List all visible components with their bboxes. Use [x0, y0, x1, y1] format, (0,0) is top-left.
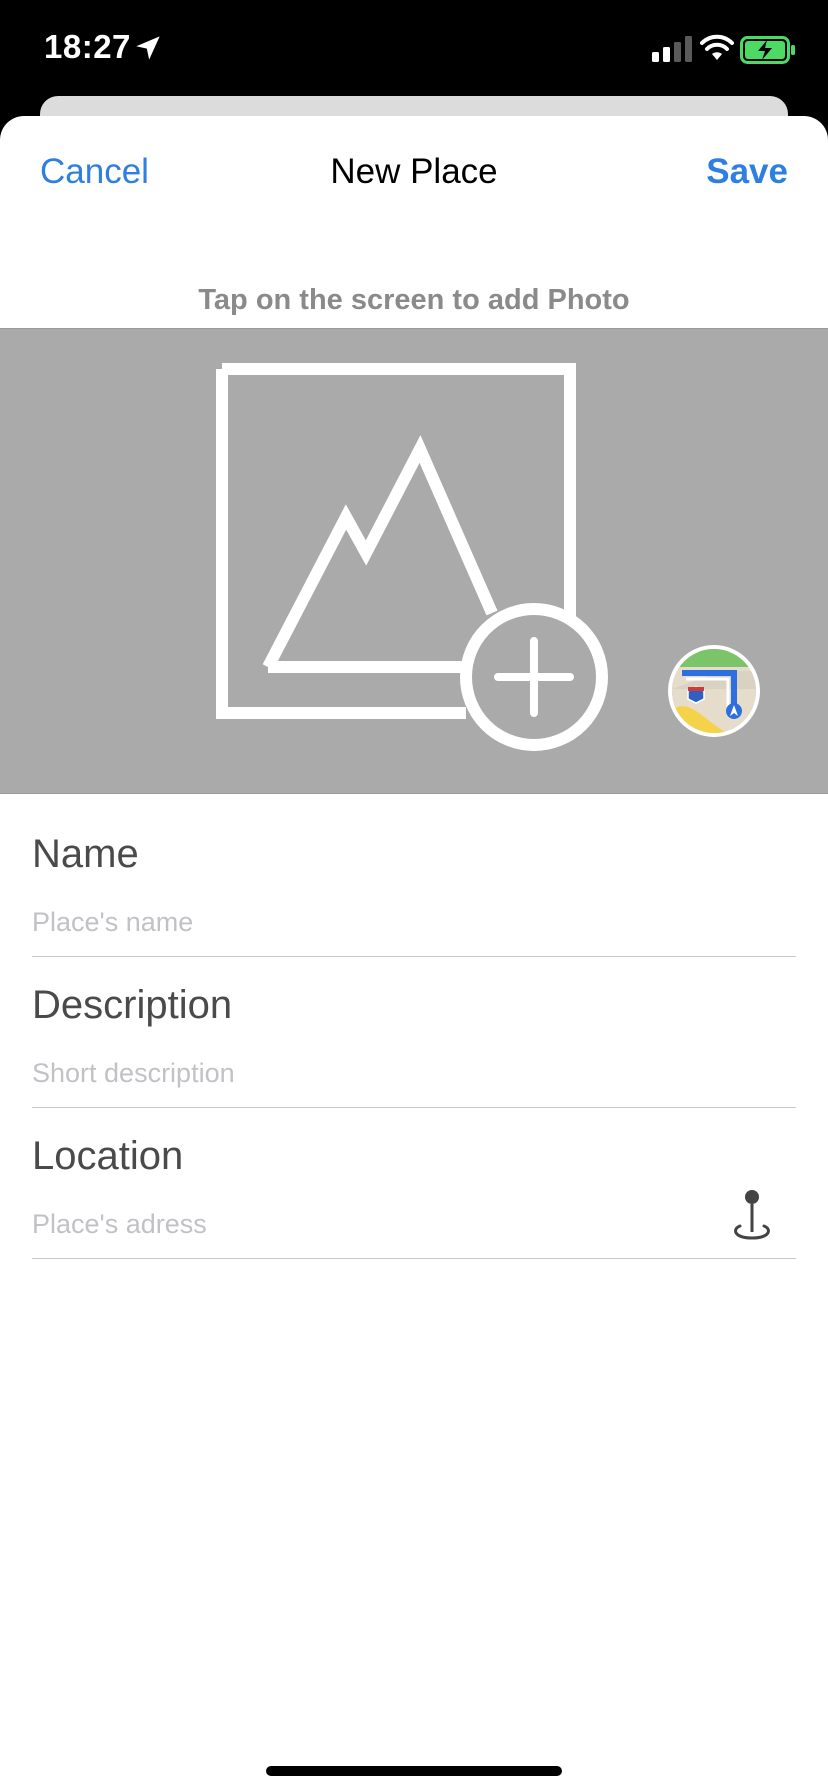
- navigation-bar: Cancel New Place Save: [0, 116, 828, 228]
- status-time: 18:27: [44, 28, 131, 65]
- location-field: Location: [32, 1108, 796, 1259]
- home-indicator[interactable]: [266, 1766, 562, 1776]
- name-label: Name: [32, 832, 139, 876]
- name-field: Name: [32, 806, 796, 957]
- location-label: Location: [32, 1134, 184, 1178]
- signal-icon: [652, 36, 692, 62]
- maps-app-icon: [672, 649, 756, 733]
- photo-hint-label: Tap on the screen to add Photo: [198, 284, 630, 316]
- map-pin-icon[interactable]: [728, 1188, 776, 1244]
- description-input[interactable]: [32, 1053, 732, 1093]
- save-button[interactable]: Save: [706, 152, 788, 192]
- cancel-button[interactable]: Cancel: [40, 152, 149, 192]
- add-photo-icon: [216, 363, 608, 751]
- new-place-sheet: Cancel New Place Save Tap on the screen …: [0, 116, 828, 1792]
- photo-picker-area[interactable]: [0, 328, 828, 794]
- maps-button[interactable]: [668, 645, 760, 737]
- location-arrow-icon: [136, 36, 160, 60]
- status-bar: 18:27: [0, 0, 828, 96]
- wifi-icon: [700, 34, 734, 60]
- place-form: Name Description Location: [32, 806, 796, 1259]
- location-input[interactable]: [32, 1204, 652, 1244]
- name-input[interactable]: [32, 902, 732, 942]
- description-field: Description: [32, 957, 796, 1108]
- battery-charging-icon: [740, 36, 795, 64]
- screen: 18:27 Cancel New Place Save Tap on the s…: [0, 0, 828, 1792]
- description-label: Description: [32, 983, 233, 1027]
